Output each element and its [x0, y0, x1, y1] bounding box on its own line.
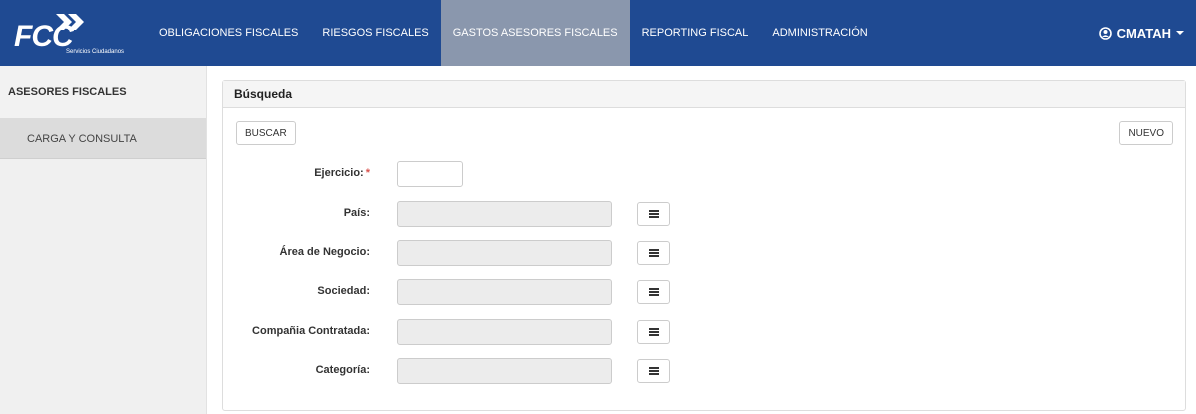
- search-button[interactable]: BUSCAR: [236, 121, 296, 145]
- new-button[interactable]: NUEVO: [1119, 121, 1173, 145]
- list-icon: [648, 210, 659, 218]
- compania-contratada-label: Compañia Contratada:: [252, 325, 370, 337]
- ejercicio-label: Ejercicio:: [314, 167, 364, 179]
- nav-gastos-asesores-fiscales[interactable]: GASTOS ASESORES FISCALES: [440, 0, 630, 66]
- form-row-ejercicio: Ejercicio: *: [223, 161, 1185, 187]
- form-row-pais: País:: [223, 201, 1185, 227]
- pais-input: [397, 201, 612, 227]
- ejercicio-input[interactable]: [397, 161, 463, 187]
- logo-text: FCC: [14, 20, 74, 53]
- fcc-logo[interactable]: FCC Servicios Ciudadanos: [14, 12, 134, 58]
- user-menu[interactable]: CMATAH: [1098, 0, 1184, 66]
- form-row-categoria: Categoría:: [223, 358, 1185, 384]
- field-label: Ejercicio: *: [314, 167, 370, 179]
- nav-obligaciones-fiscales[interactable]: OBLIGACIONES FISCALES: [147, 0, 310, 66]
- area-negocio-label: Área de Negocio:: [279, 246, 370, 258]
- nav-administracion[interactable]: ADMINISTRACIÓN: [760, 0, 879, 66]
- required-marker: *: [365, 167, 370, 179]
- list-icon: [648, 367, 659, 375]
- sociedad-input: [397, 279, 612, 305]
- compania-contratada-lookup-button[interactable]: [637, 320, 670, 344]
- sidebar-header[interactable]: ASESORES FISCALES: [0, 66, 206, 119]
- list-icon: [648, 249, 659, 257]
- categoria-label: Categoría:: [315, 364, 370, 376]
- search-panel: Búsqueda BUSCAR NUEVO Ejercicio: * País: …: [222, 80, 1186, 411]
- list-icon: [648, 328, 659, 336]
- sociedad-lookup-button[interactable]: [637, 280, 670, 304]
- categoria-input: [397, 358, 612, 384]
- user-circle-icon: [1098, 26, 1112, 40]
- pais-lookup-button[interactable]: [637, 202, 670, 226]
- top-navbar: FCC Servicios Ciudadanos OBLIGACIONES FI…: [0, 0, 1196, 66]
- main-nav: OBLIGACIONES FISCALES RIESGOS FISCALES G…: [147, 0, 880, 66]
- user-name: CMATAH: [1116, 25, 1171, 41]
- sidebar-item-carga-y-consulta[interactable]: CARGA Y CONSULTA: [0, 119, 206, 159]
- sidebar: ASESORES FISCALES CARGA Y CONSULTA: [0, 66, 207, 414]
- nav-riesgos-fiscales[interactable]: RIESGOS FISCALES: [310, 0, 440, 66]
- area-negocio-input: [397, 240, 612, 266]
- compania-contratada-input: [397, 319, 612, 345]
- chevron-down-icon: [1176, 31, 1184, 35]
- pais-label: País:: [343, 207, 370, 219]
- form-row-sociedad: Sociedad:: [223, 279, 1185, 305]
- area-negocio-lookup-button[interactable]: [637, 241, 670, 265]
- categoria-lookup-button[interactable]: [637, 359, 670, 383]
- list-icon: [648, 288, 659, 296]
- sociedad-label: Sociedad:: [317, 285, 370, 297]
- panel-title: Búsqueda: [223, 81, 1185, 108]
- nav-reporting-fiscal[interactable]: REPORTING FISCAL: [630, 0, 761, 66]
- form-row-area-negocio: Área de Negocio:: [223, 240, 1185, 266]
- logo-subtext: Servicios Ciudadanos: [66, 49, 125, 55]
- form-row-compania-contratada: Compañia Contratada:: [223, 319, 1185, 345]
